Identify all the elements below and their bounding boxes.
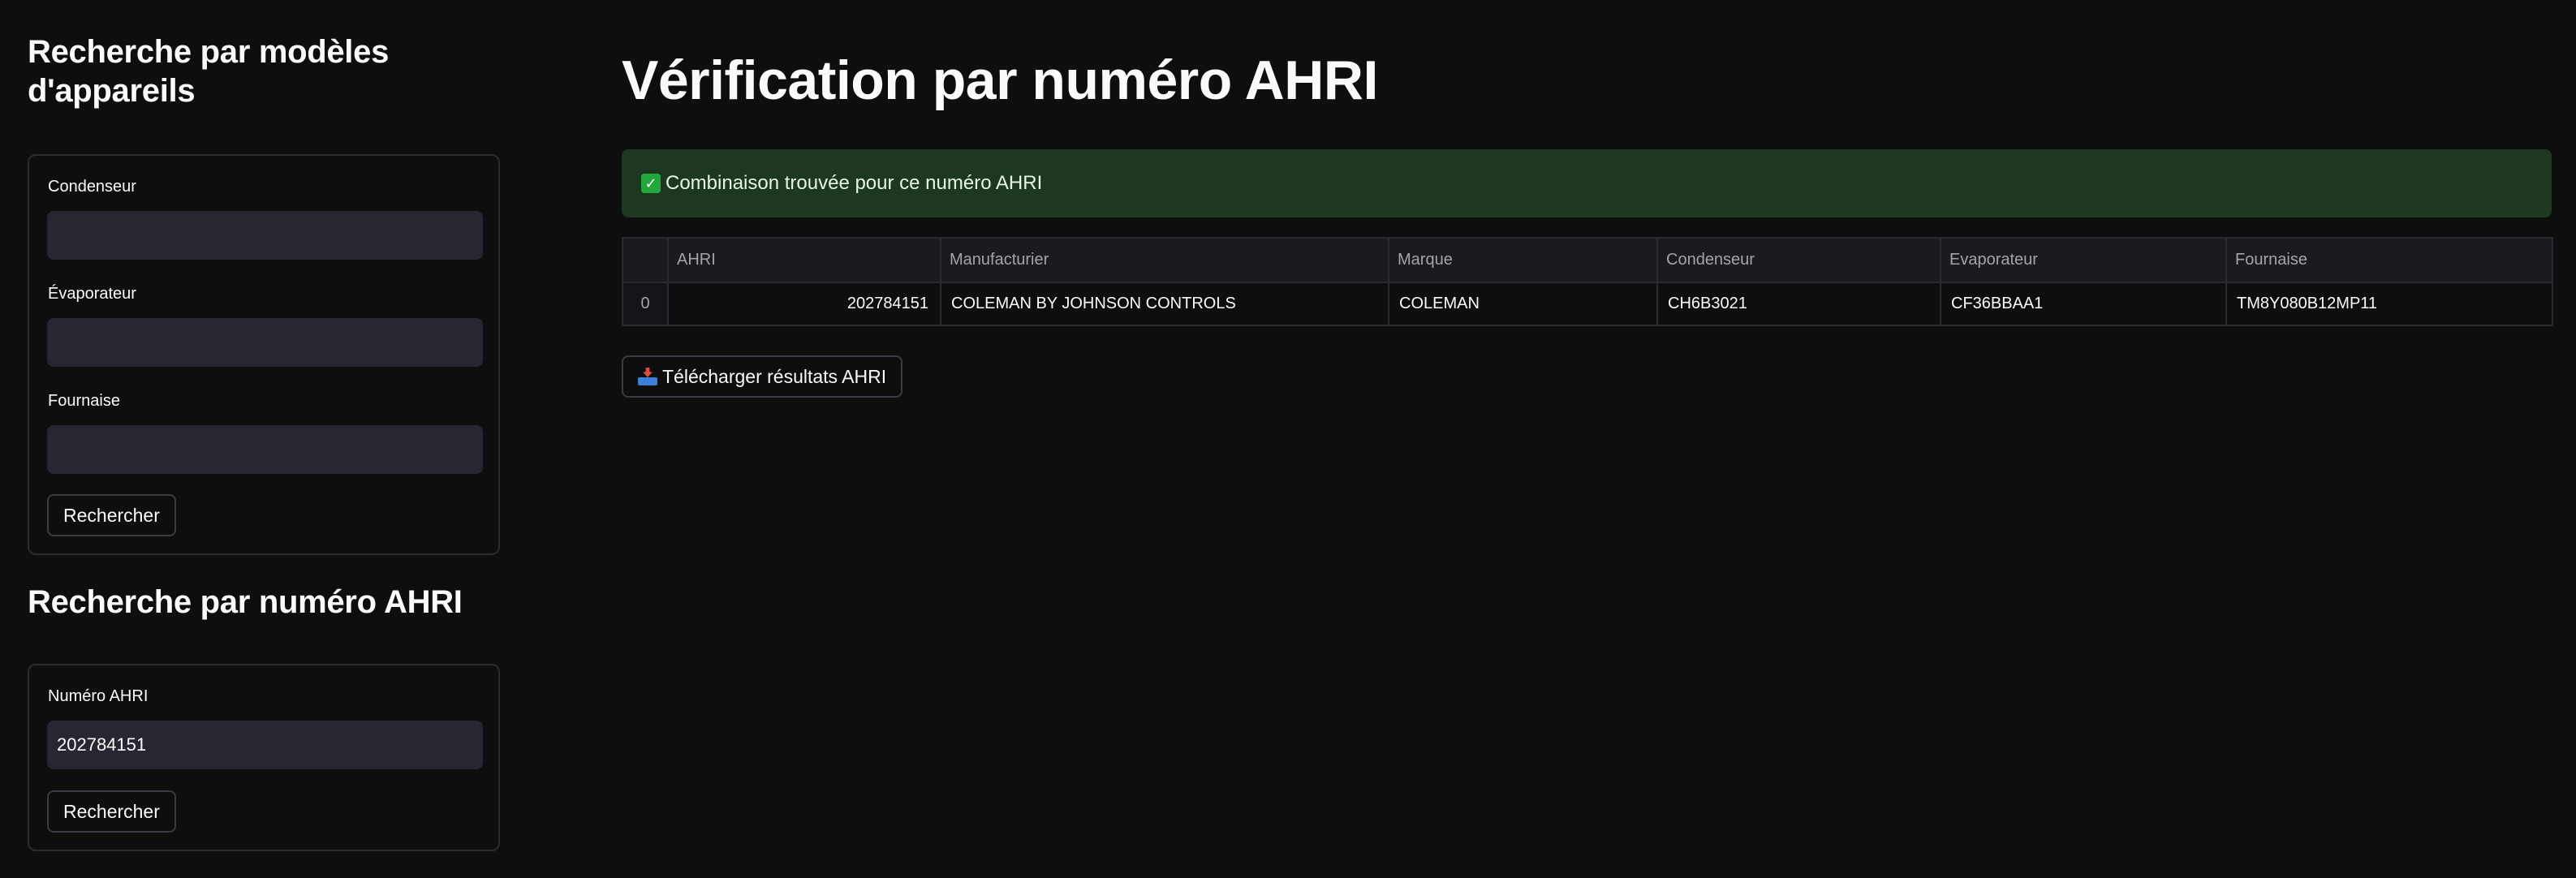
condenser-input[interactable] <box>47 211 483 260</box>
column-header-manufacturer[interactable]: Manufacturier <box>941 238 1389 283</box>
ahri-number-label: Numéro AHRI <box>48 687 149 705</box>
ahri-number-input[interactable] <box>47 721 483 769</box>
success-message: Combinaison trouvée pour ce numéro AHRI <box>666 172 1043 194</box>
condenser-cell[interactable]: CH6B3021 <box>1657 282 1941 325</box>
download-button-label: Télécharger résultats AHRI <box>662 365 887 387</box>
evaporator-input[interactable] <box>47 318 483 367</box>
column-header-furnace[interactable]: Fournaise <box>2226 238 2553 283</box>
download-ahri-results-button[interactable]: Télécharger résultats AHRI <box>622 355 903 398</box>
column-header-brand[interactable]: Marque <box>1389 238 1658 283</box>
results-table: AHRI Manufacturier Marque Condenseur Eva… <box>622 237 2553 326</box>
brand-cell[interactable]: COLEMAN <box>1389 282 1658 325</box>
row-index-cell[interactable]: 0 <box>622 282 669 325</box>
condenser-label: Condenseur <box>48 178 136 196</box>
table-row: 0 202784151 COLEMAN BY JOHNSON CONTROLS … <box>622 282 2553 325</box>
check-mark-icon: ✓ <box>641 174 661 193</box>
furnace-input[interactable] <box>47 425 483 474</box>
models-search-heading: Recherche par modèles d'appareils <box>28 34 390 109</box>
column-header-index[interactable] <box>622 238 669 283</box>
column-header-evaporator[interactable]: Evaporateur <box>1941 238 2227 283</box>
column-header-ahri[interactable]: AHRI <box>668 238 941 283</box>
column-header-condenser[interactable]: Condenseur <box>1657 238 1941 283</box>
models-search-form: Condenseur Évaporateur Fournaise Recherc… <box>28 154 500 555</box>
evaporator-label: Évaporateur <box>48 285 136 303</box>
ahri-search-form: Numéro AHRI Rechercher <box>28 664 500 851</box>
furnace-cell[interactable]: TM8Y080B12MP11 <box>2226 282 2553 325</box>
ahri-cell[interactable]: 202784151 <box>668 282 941 325</box>
models-search-button[interactable]: Rechercher <box>47 494 176 536</box>
page-title: Vérification par numéro AHRI <box>622 49 1378 111</box>
success-alert: ✓ Combinaison trouvée pour ce numéro AHR… <box>622 149 2552 217</box>
furnace-label: Fournaise <box>48 392 120 410</box>
sidebar: Recherche par modèles d'appareils Conden… <box>0 0 536 878</box>
manufacturer-cell[interactable]: COLEMAN BY JOHNSON CONTROLS <box>941 282 1389 325</box>
table-header-row: AHRI Manufacturier Marque Condenseur Eva… <box>622 238 2553 283</box>
ahri-search-heading: Recherche par numéro AHRI <box>28 584 463 620</box>
ahri-search-button[interactable]: Rechercher <box>47 790 176 833</box>
inbox-tray-icon <box>638 368 657 385</box>
evaporator-cell[interactable]: CF36BBAA1 <box>1941 282 2227 325</box>
